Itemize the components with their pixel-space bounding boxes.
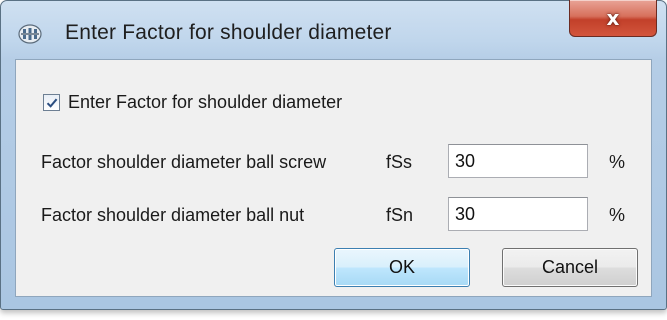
ok-button[interactable]: OK — [334, 248, 470, 287]
checkbox-label[interactable]: Enter Factor for shoulder diameter — [68, 92, 342, 113]
close-button[interactable]: x — [569, 0, 657, 37]
field-symbol-fss: fSs — [386, 152, 413, 172]
dialog-window: Enter Factor for shoulder diameter x Ent… — [0, 0, 667, 310]
title-bar[interactable]: Enter Factor for shoulder diameter x — [1, 0, 666, 59]
enter-factor-checkbox[interactable] — [43, 94, 60, 111]
cancel-button[interactable]: Cancel — [502, 248, 638, 287]
field-label-ball-nut: Factor shoulder diameter ball nut — [41, 205, 305, 225]
ball-screw-factor-input[interactable] — [448, 144, 588, 178]
field-symbol-fsn: fSn — [386, 205, 414, 225]
unit-percent-ball-screw: % — [609, 152, 626, 172]
checkmark-icon — [46, 98, 57, 108]
field-label-ball-screw: Factor shoulder diameter ball screw — [41, 152, 327, 172]
window-title: Enter Factor for shoulder diameter — [65, 21, 392, 44]
dialog-body: Enter Factor for shoulder diameter Facto… — [15, 59, 652, 297]
unit-percent-ball-nut: % — [609, 205, 626, 225]
ball-nut-factor-input[interactable] — [448, 197, 588, 231]
close-icon: x — [606, 6, 620, 30]
app-icon — [17, 23, 43, 45]
